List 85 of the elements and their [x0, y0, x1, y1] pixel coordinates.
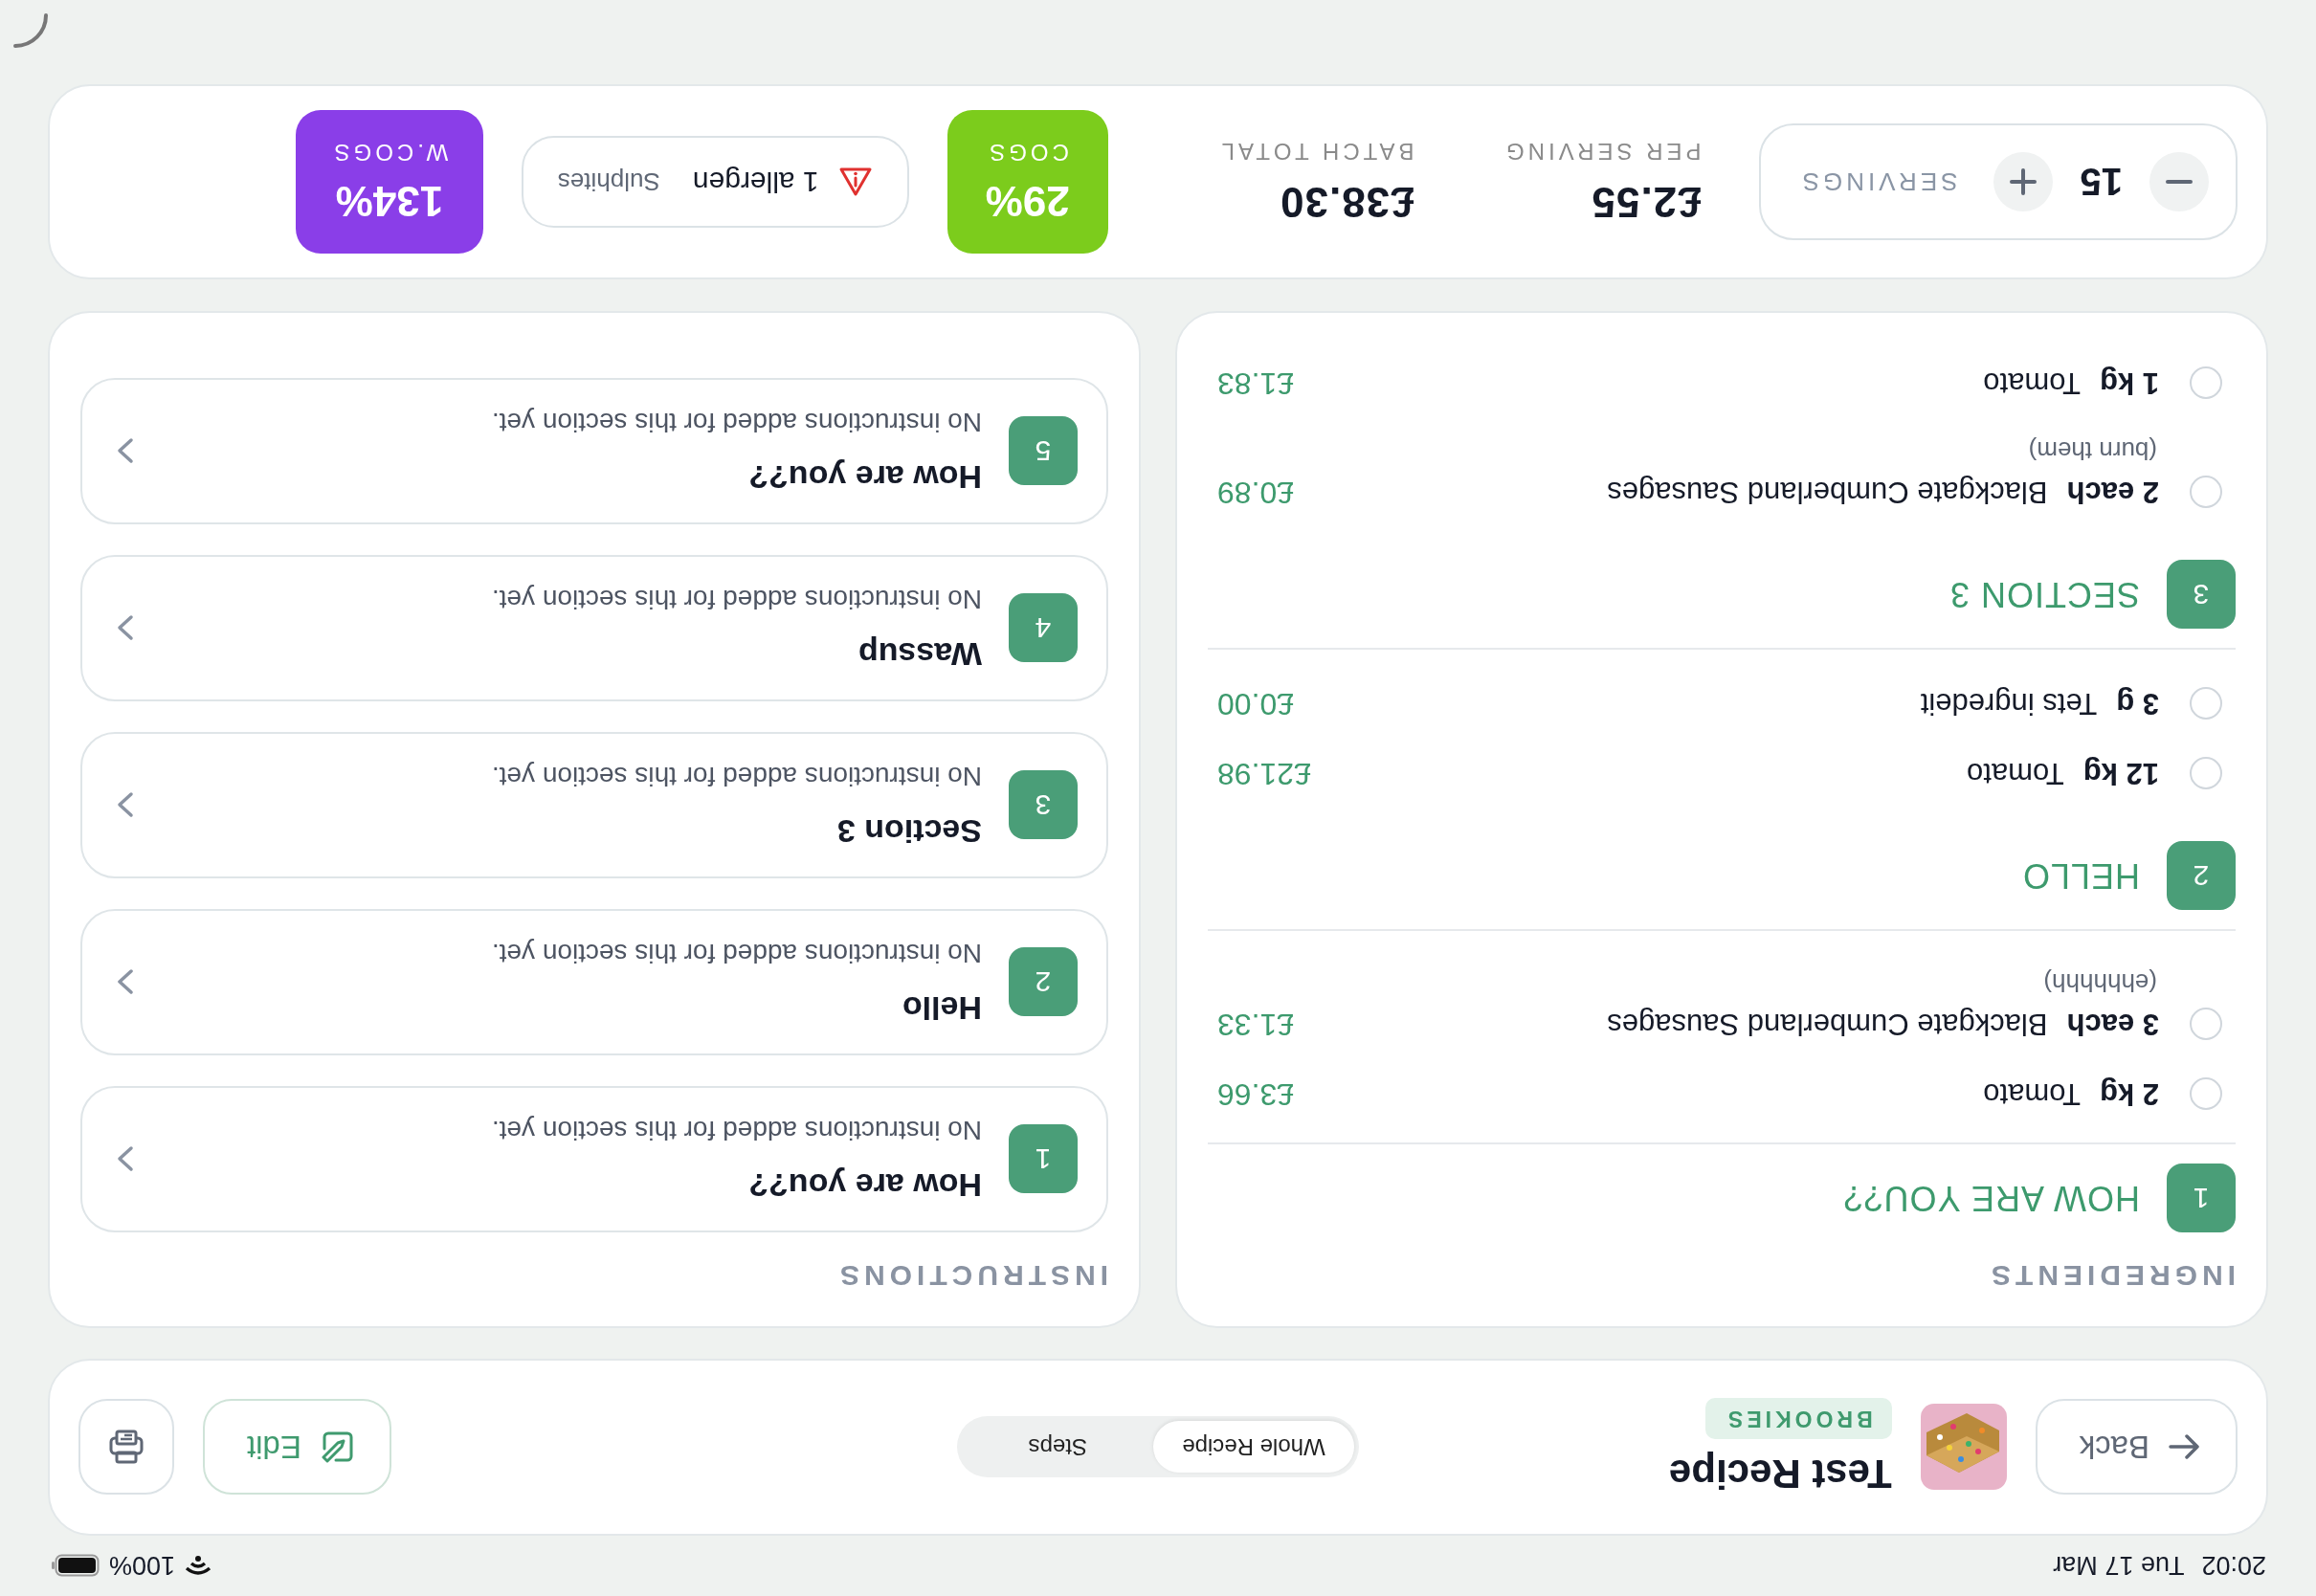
stat-label: BATCH TOTAL: [1217, 138, 1414, 165]
plus-icon: [2010, 168, 2038, 195]
ingredient-quantity: 12 kg: [2082, 756, 2159, 791]
step-text: No instructions added for this section yet.: [490, 938, 982, 968]
ingredient-price: £0.89: [1216, 475, 1295, 510]
panel-heading: INSTRUCTIONS: [835, 1259, 1108, 1292]
wifi-icon: [185, 1555, 212, 1576]
step-title: How are you??: [747, 458, 982, 496]
minus-icon: [2166, 180, 2193, 184]
step-card[interactable]: 1 How are you?? No instructions added for this section yet.: [80, 1086, 1108, 1232]
ingredient-quantity: 1 kg: [2099, 366, 2159, 401]
kpi-label: W.COGS: [330, 139, 449, 166]
checkbox[interactable]: [2190, 687, 2222, 720]
step-title: Section 3: [835, 812, 982, 850]
step-number: 1: [1009, 1124, 1078, 1194]
ingredient-name: Tets ingredeit: [1919, 686, 2098, 721]
checkbox[interactable]: [2190, 1077, 2222, 1111]
kpi-value: 134%: [335, 177, 444, 225]
step-number: 5: [1009, 416, 1078, 486]
view-tab[interactable]: Whole Recipe: [1153, 1421, 1354, 1474]
ingredient-name: Blackgate Cumberland Sausages: [1606, 1007, 2048, 1042]
checkbox[interactable]: [2190, 1008, 2222, 1041]
step-text: No instructions added for this section yet.: [490, 584, 982, 614]
ingredient-name: Tomato: [1966, 756, 2064, 791]
view-tab[interactable]: Steps: [962, 1421, 1154, 1474]
servings-label: SERVINGS: [1798, 166, 1958, 197]
panel-heading: INGREDIENTS: [1985, 1259, 2236, 1292]
step-number: 4: [1009, 593, 1078, 663]
stat-value: £2.55: [1591, 178, 1702, 226]
allergen-names: Sulphites: [557, 166, 660, 197]
allergen-pill[interactable]: 1 allergen Sulphites: [521, 136, 909, 228]
step-number: 2: [1009, 947, 1078, 1017]
servings-value: 15: [2080, 160, 2123, 204]
section-number: 1: [2167, 1164, 2236, 1232]
ingredient-price: £1.83: [1216, 366, 1295, 401]
ingredient-name: Blackgate Cumberland Sausages: [1606, 475, 2048, 510]
stat-value: £38.30: [1280, 178, 1414, 226]
ingredient-price: £1.33: [1216, 1007, 1295, 1042]
battery-icon: [50, 1554, 100, 1577]
kpi-label: COGS: [986, 139, 1069, 166]
checkbox[interactable]: [2190, 366, 2222, 400]
ingredient-price: £21.98: [1216, 756, 1311, 791]
step-text: No instructions added for this section yet.: [490, 761, 982, 791]
section-number: 3: [2167, 560, 2236, 629]
status-date: Tue 17 Mar: [2053, 1550, 2185, 1581]
step-card[interactable]: 3 Section 3 No instructions added for this section yet.: [80, 732, 1108, 878]
ingredient-price: £3.66: [1216, 1076, 1295, 1112]
ingredient-quantity: 2 each: [2066, 475, 2159, 510]
checkbox[interactable]: [2190, 476, 2222, 509]
step-text: No instructions added for this section yet.: [490, 1115, 982, 1145]
kpi-value: 29%: [985, 177, 1070, 225]
ingredient-name: Tomato: [1982, 366, 2081, 401]
arrow-left-icon: [2169, 1432, 2201, 1462]
section-title: HOW ARE YOU??: [1842, 1178, 2140, 1218]
checkbox[interactable]: [2190, 757, 2222, 790]
step-card[interactable]: 4 Wassup No instructions added for this section yet.: [80, 555, 1108, 701]
stat-label: PER SERVING: [1503, 138, 1702, 165]
step-title: Hello: [901, 989, 982, 1027]
status-time: 20:02: [2201, 1550, 2266, 1581]
back-button[interactable]: Back: [2035, 1399, 2238, 1496]
category-tag: BROOKIES: [1704, 1398, 1892, 1439]
warning-icon: [837, 166, 873, 197]
step-text: No instructions added for this section yet.: [490, 407, 982, 437]
ingredient-price: £0.00: [1216, 686, 1295, 721]
step-card[interactable]: 2 Hello No instructions added for this section yet.: [80, 909, 1108, 1055]
ingredient-note: (burn them): [2027, 435, 2157, 465]
ingredient-quantity: 2 kg: [2099, 1076, 2159, 1112]
loading-icon: [11, 11, 50, 50]
ingredient-note: (ehhhhhh): [2042, 967, 2157, 997]
step-title: How are you??: [747, 1166, 982, 1204]
battery-percent: 100%: [109, 1550, 176, 1581]
section-title: SECTION 3: [1949, 574, 2140, 614]
ingredient-quantity: 3 each: [2066, 1007, 2159, 1042]
recipe-title: Test Recipe: [1669, 1451, 1892, 1496]
section-title: HELLO: [2021, 855, 2140, 896]
allergen-count: 1 allergen: [692, 166, 819, 198]
edit-icon: [320, 1430, 355, 1465]
print-icon: [107, 1428, 145, 1467]
section-number: 2: [2167, 841, 2236, 910]
print-button[interactable]: [78, 1399, 174, 1496]
ingredient-name: Tomato: [1982, 1076, 2081, 1112]
step-number: 3: [1009, 770, 1078, 840]
step-card[interactable]: 5 How are you?? No instructions added for this section yet.: [80, 378, 1108, 524]
step-title: Wassup: [857, 635, 982, 673]
ingredient-quantity: 3 g: [2116, 686, 2159, 721]
